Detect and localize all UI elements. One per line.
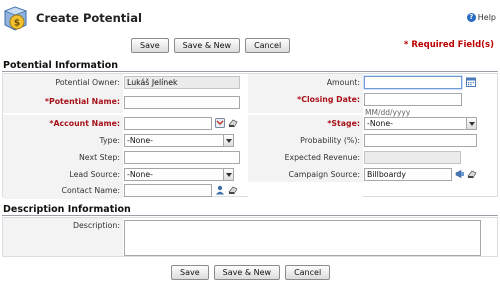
form-row: Type: -None- Probability (%): (3, 132, 497, 149)
form-row: Next Step: Expected Revenue: (3, 149, 497, 166)
save-new-button[interactable]: Save & New (213, 265, 281, 280)
help-label: Help (477, 13, 496, 22)
amount-label: Amount: (248, 74, 363, 91)
next-step-field[interactable] (124, 151, 240, 164)
campaign-source-label: Campaign Source: (248, 166, 363, 183)
svg-text:$: $ (14, 19, 20, 29)
page-title: Create Potential (36, 11, 142, 25)
closing-date-field[interactable] (364, 93, 462, 106)
bottom-toolbar: Save Save & New Cancel (171, 265, 331, 280)
help-link[interactable]: ? Help (466, 13, 496, 22)
description-information-heading: Description Information (3, 204, 131, 215)
campaign-source-field[interactable]: Billboardy (364, 168, 452, 181)
clear-icon[interactable] (228, 185, 238, 195)
form-row: Contact Name: (3, 182, 497, 199)
save-button[interactable]: Save (131, 38, 169, 53)
lead-source-value: -None- (127, 170, 153, 179)
lookup-icon[interactable] (215, 118, 225, 128)
chevron-down-icon (223, 135, 233, 146)
cancel-button[interactable]: Cancel (285, 265, 331, 280)
probability-label: Probability (%): (248, 132, 363, 149)
potential-owner-field: Lukáš Jelínek (124, 76, 240, 89)
potential-money-icon: $ (3, 6, 28, 31)
page-header: $ Create Potential ? Help (0, 0, 500, 36)
description-form: Description: (2, 217, 498, 257)
chevron-down-icon (223, 169, 233, 180)
amount-field[interactable] (364, 76, 462, 89)
next-step-label: Next Step: (3, 149, 123, 166)
form-row: *Potential Name: *Closing Date: MM/dd/yy… (3, 91, 497, 117)
potential-owner-label: Potential Owner: (3, 74, 123, 91)
account-name-field[interactable] (124, 117, 212, 130)
description-label: Description: (3, 218, 123, 256)
clear-icon[interactable] (228, 118, 238, 128)
section-divider (2, 71, 498, 72)
stage-label: *Stage: (248, 115, 363, 132)
stage-value: -None- (367, 119, 393, 128)
save-new-button[interactable]: Save & New (173, 38, 241, 53)
type-value: -None- (127, 136, 153, 145)
type-label: Type: (3, 132, 123, 149)
closing-date-label: *Closing Date: (248, 91, 363, 113)
cancel-button[interactable]: Cancel (245, 38, 291, 53)
description-textarea[interactable] (124, 220, 481, 256)
help-icon: ? (466, 13, 476, 22)
form-row: *Account Name: *Stage: -None- (3, 115, 497, 132)
contact-name-label: Contact Name: (3, 182, 123, 199)
expected-revenue-field (364, 151, 461, 164)
calendar-icon[interactable] (466, 77, 476, 87)
stage-select[interactable]: -None- (364, 117, 477, 130)
section-divider (2, 215, 498, 216)
probability-field[interactable] (364, 134, 477, 147)
potential-information-heading: Potential Information (3, 60, 119, 71)
empty-cell (248, 182, 363, 199)
account-name-label: *Account Name: (3, 115, 123, 132)
save-button[interactable]: Save (171, 265, 209, 280)
form-row: Potential Owner: Lukáš Jelínek Amount: (3, 74, 497, 91)
type-select[interactable]: -None- (124, 134, 234, 147)
clear-icon[interactable] (467, 169, 477, 179)
potential-information-form: Potential Owner: Lukáš Jelínek Amount: *… (2, 73, 498, 199)
potential-name-label: *Potential Name: (3, 91, 123, 113)
chevron-down-icon (466, 118, 476, 129)
contact-name-field[interactable] (124, 184, 212, 197)
required-fields-note: * Required Field(s) (403, 40, 494, 50)
add-contact-icon[interactable] (215, 185, 225, 195)
potential-name-field[interactable] (124, 96, 240, 109)
campaign-lookup-icon[interactable] (455, 169, 465, 179)
top-toolbar: Save Save & New Cancel (131, 38, 291, 53)
form-row: Lead Source: -None- Campaign Source: Bil… (3, 166, 497, 183)
lead-source-select[interactable]: -None- (124, 168, 234, 181)
lead-source-label: Lead Source: (3, 166, 123, 183)
expected-revenue-label: Expected Revenue: (248, 149, 363, 166)
